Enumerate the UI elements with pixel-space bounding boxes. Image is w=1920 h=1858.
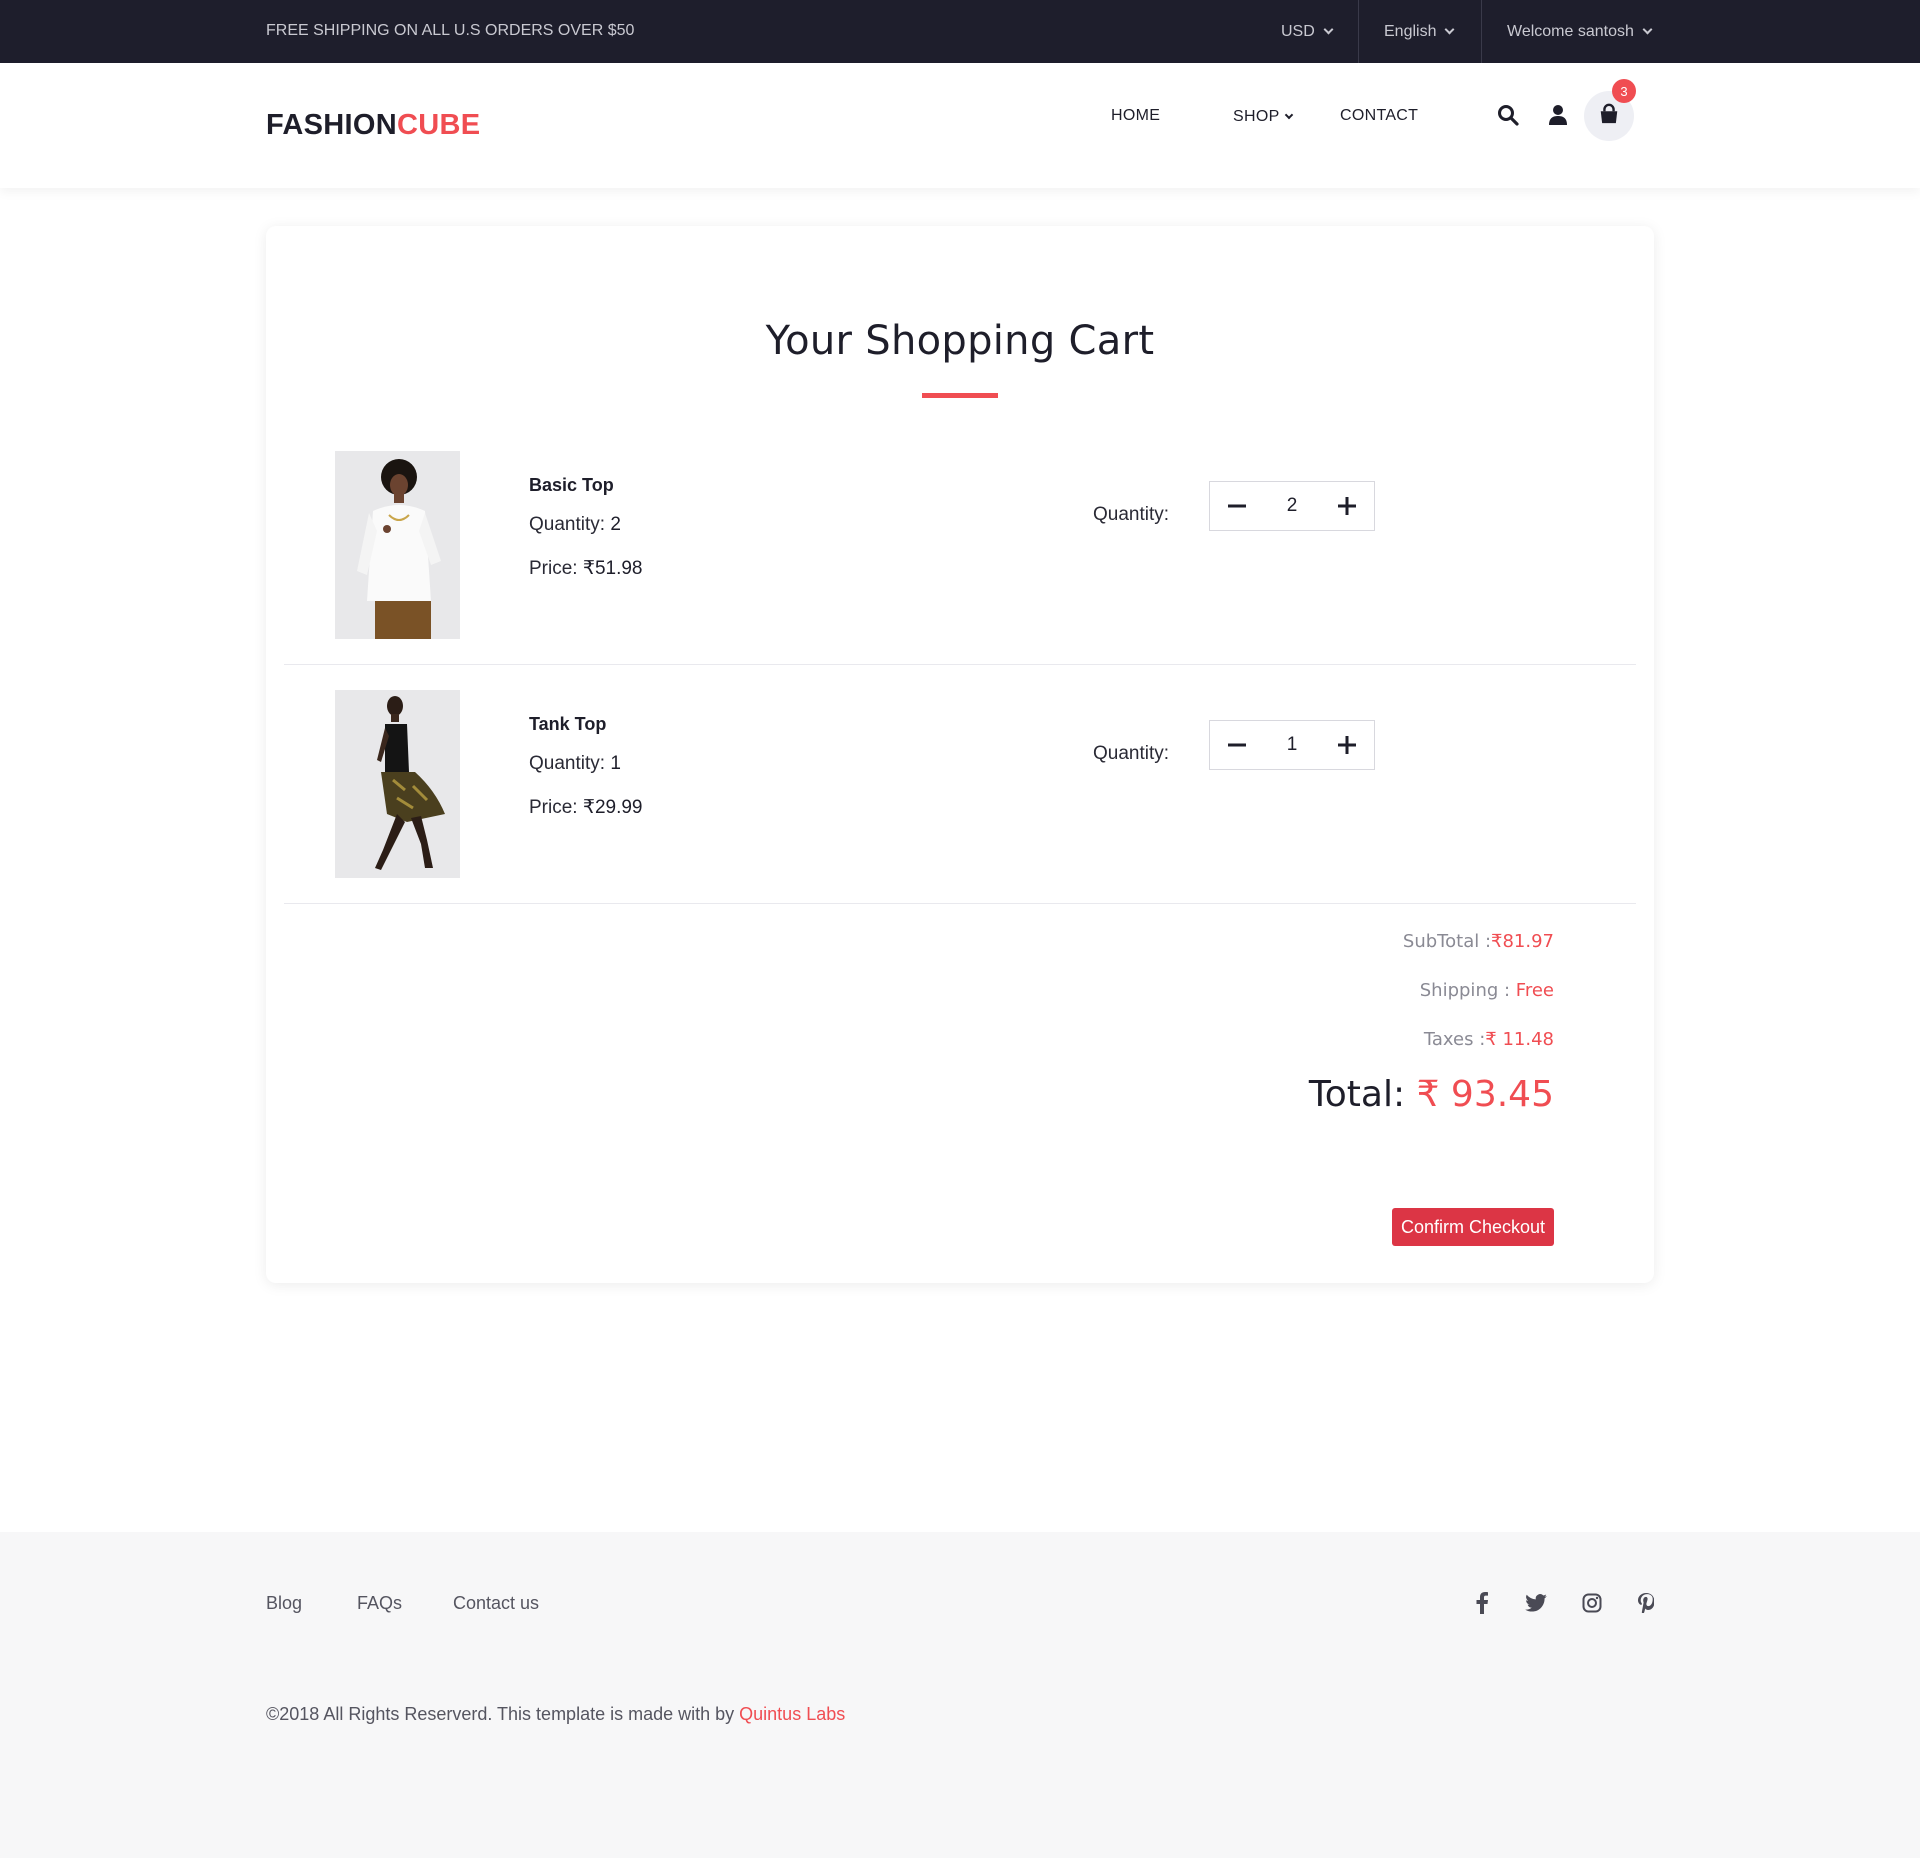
shipping-label: Shipping :: [1419, 980, 1511, 1001]
quantity-value[interactable]: 1: [1264, 734, 1320, 756]
item-quantity: Quantity: 2: [529, 514, 621, 536]
taxes-value: ₹ 11.48: [1485, 1029, 1554, 1050]
product-name[interactable]: Basic Top: [529, 475, 614, 496]
quantity-value: 1: [610, 753, 621, 774]
nav-contact[interactable]: CONTACT: [1340, 107, 1418, 125]
cart-card: Your Shopping Cart Basic Top Quantity: 2: [266, 226, 1654, 1283]
product-image[interactable]: [335, 690, 460, 878]
facebook-icon[interactable]: [1470, 1591, 1494, 1615]
quantity-stepper: 2: [1209, 481, 1375, 531]
confirm-checkout-button[interactable]: Confirm Checkout: [1392, 1208, 1554, 1246]
language-dropdown[interactable]: English: [1384, 0, 1455, 63]
product-image[interactable]: [335, 451, 460, 639]
shipping-line: Shipping : Free: [1420, 980, 1554, 1001]
product-name[interactable]: Tank Top: [529, 714, 606, 735]
taxes-label: Taxes :: [1423, 1029, 1486, 1050]
top-bar: FREE SHIPPING ON ALL U.S ORDERS OVER $50…: [0, 0, 1920, 63]
site-header: FASHIONCUBE HOME SHOP CONTACT 3: [0, 63, 1920, 188]
price-value: ₹51.98: [582, 558, 643, 579]
decrement-button[interactable]: [1210, 482, 1264, 530]
cart-item: Tank Top Quantity: 1 Price: ₹29.99 Quant…: [284, 665, 1636, 904]
currency-label: USD: [1281, 22, 1315, 40]
price-label: Price:: [529, 558, 578, 579]
chevron-down-icon: [1642, 24, 1653, 35]
site-footer: Blog FAQs Contact us ©2018 All Rights Re…: [0, 1532, 1920, 1858]
logo-part2: CUBE: [397, 109, 481, 141]
taxes-line: Taxes :₹ 11.48: [1424, 1029, 1554, 1050]
shipping-value: Free: [1515, 980, 1554, 1001]
total-value: ₹ 93.45: [1416, 1074, 1554, 1115]
copyright-text: ©2018 All Rights Reserverd. This templat…: [266, 1704, 845, 1725]
price-label: Price:: [529, 797, 578, 818]
quantity-label: Quantity:: [529, 514, 606, 535]
grand-total: Total: ₹ 93.45: [1309, 1074, 1554, 1115]
twitter-icon[interactable]: [1524, 1591, 1548, 1615]
nav-shop[interactable]: SHOP: [1233, 108, 1293, 126]
subtotal-line: SubTotal :₹81.97: [1403, 931, 1554, 952]
divider: [1358, 0, 1359, 63]
quantity-label: Quantity:: [529, 753, 606, 774]
subtotal-label: SubTotal :: [1402, 931, 1492, 952]
decrement-button[interactable]: [1210, 721, 1264, 769]
logo[interactable]: FASHIONCUBE: [266, 109, 480, 142]
item-price: Price: ₹51.98: [529, 557, 643, 580]
footer-link-contact[interactable]: Contact us: [453, 1593, 539, 1614]
credit-link[interactable]: Quintus Labs: [739, 1704, 845, 1724]
quantity-stepper: 1: [1209, 720, 1375, 770]
quantity-control-label: Quantity:: [1093, 743, 1170, 764]
cart-count-badge: 3: [1612, 79, 1636, 103]
chevron-down-icon: [1445, 24, 1455, 35]
copyright-label: ©2018 All Rights Reserverd. This templat…: [266, 1704, 735, 1724]
promo-text: FREE SHIPPING ON ALL U.S ORDERS OVER $50: [266, 22, 635, 39]
user-icon[interactable]: [1546, 103, 1572, 129]
page-title: Your Shopping Cart: [765, 318, 1155, 364]
bag-icon: [1598, 103, 1620, 130]
quantity-value: 2: [610, 514, 621, 535]
item-quantity: Quantity: 1: [529, 753, 621, 775]
footer-link-faqs[interactable]: FAQs: [357, 1593, 402, 1614]
nav-home[interactable]: HOME: [1111, 107, 1160, 125]
chevron-down-icon: [1284, 110, 1293, 120]
plus-icon: [1338, 736, 1356, 754]
item-price: Price: ₹29.99: [529, 796, 643, 819]
pinterest-icon[interactable]: [1634, 1591, 1658, 1615]
footer-link-blog[interactable]: Blog: [266, 1593, 302, 1614]
search-icon[interactable]: [1496, 103, 1522, 129]
account-label: Welcome santosh: [1507, 22, 1634, 40]
account-dropdown[interactable]: Welcome santosh: [1507, 0, 1653, 63]
minus-icon: [1228, 743, 1246, 747]
total-label: Total:: [1308, 1074, 1406, 1115]
plus-icon: [1338, 497, 1356, 515]
instagram-icon[interactable]: [1580, 1591, 1604, 1615]
price-value: ₹29.99: [582, 797, 643, 818]
cart-item: Basic Top Quantity: 2 Price: ₹51.98 Quan…: [284, 426, 1636, 665]
chevron-down-icon: [1323, 24, 1334, 35]
logo-part1: FASHION: [266, 109, 397, 141]
subtotal-value: ₹81.97: [1491, 931, 1554, 952]
minus-icon: [1228, 504, 1246, 508]
increment-button[interactable]: [1320, 721, 1374, 769]
nav-shop-label: SHOP: [1233, 108, 1280, 125]
language-label: English: [1384, 22, 1437, 40]
increment-button[interactable]: [1320, 482, 1374, 530]
divider: [1481, 0, 1482, 63]
currency-dropdown[interactable]: USD: [1281, 0, 1334, 63]
title-underline: [922, 393, 998, 398]
quantity-value[interactable]: 2: [1264, 495, 1320, 517]
quantity-control-label: Quantity:: [1093, 504, 1170, 525]
